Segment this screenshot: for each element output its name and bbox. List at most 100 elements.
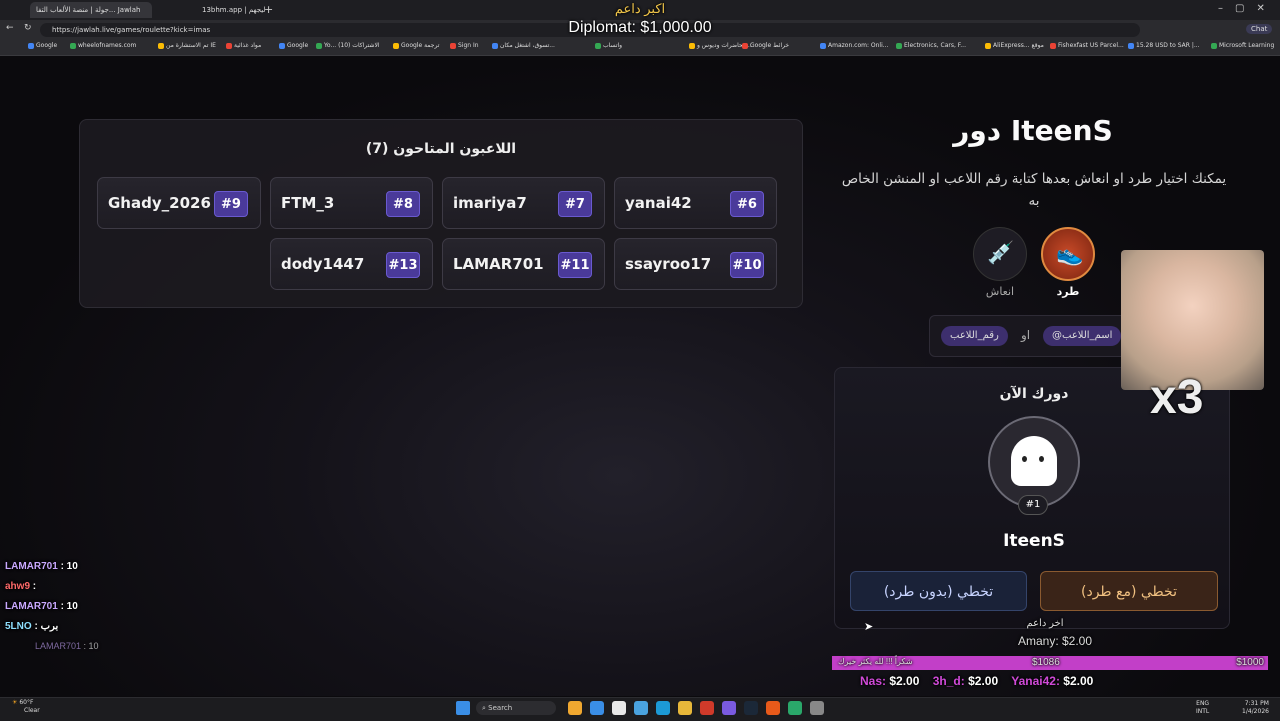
bookmark-label: Yo... الاشتراكات (10) <box>324 42 380 49</box>
donor-name: 3h_d: <box>932 674 965 688</box>
chat-user: LAMAR701 <box>5 601 58 612</box>
task-view-icon[interactable] <box>590 701 604 715</box>
bookmark-item[interactable]: 15.28 USD to SAR |... <box>1128 42 1200 49</box>
discord-icon[interactable] <box>722 701 736 715</box>
kick-label: طرد <box>1056 285 1080 298</box>
bookmark-item[interactable]: Sign In <box>450 42 479 49</box>
bookmark-item[interactable]: واتساب <box>595 42 622 49</box>
xbox-icon[interactable] <box>788 701 802 715</box>
windows-start-icon[interactable] <box>456 701 470 715</box>
player-card[interactable]: ssayroo17 #10 <box>614 238 777 290</box>
widgets-icon[interactable] <box>568 701 582 715</box>
bookmark-icon <box>492 42 498 49</box>
chat-user: 5LNO <box>5 621 32 632</box>
current-player-name: IteenS <box>1003 531 1065 551</box>
bookmark-item[interactable]: تم الاستشارة من IE <box>158 42 216 49</box>
new-tab-icon[interactable]: + <box>264 3 273 16</box>
bookmark-icon <box>28 42 34 49</box>
or-text: او <box>1021 328 1031 342</box>
player-name: yanai42 <box>625 194 692 212</box>
bookmark-icon <box>595 42 601 49</box>
skip-no-kick-button[interactable]: تخطي (بدون طرد) <box>850 571 1027 611</box>
chat-text: : <box>32 581 37 592</box>
lang-1: ENG <box>1196 700 1210 707</box>
bookmark-item[interactable]: wheelofnames.com <box>70 42 136 49</box>
bookmark-item[interactable]: Yo... الاشتراكات (10) <box>316 42 380 49</box>
window-controls-icon[interactable]: –▢✕ <box>1218 3 1277 14</box>
player-card[interactable]: Ghady_2026 #9 <box>97 177 261 229</box>
x3-sticker-text: x3 <box>1150 371 1204 424</box>
bookmark-icon <box>1211 42 1217 49</box>
bookmark-item[interactable]: Google <box>279 42 308 49</box>
chat-message: ahw9 : <box>5 581 36 592</box>
bookmark-icon <box>1128 42 1134 49</box>
skip-with-kick-button[interactable]: تخطي (مع طرد) <box>1040 571 1218 611</box>
player-card[interactable]: imariya7 #7 <box>442 177 605 229</box>
chat-user: ahw9 <box>5 581 31 592</box>
kick-action-button[interactable]: 👟 <box>1041 227 1095 281</box>
donor-amount: $2.00 <box>889 674 920 688</box>
player-card[interactable]: dody1447 #13 <box>270 238 433 290</box>
bookmark-icon <box>279 42 285 49</box>
bookmark-item[interactable]: Google خرائط <box>742 42 789 49</box>
last-supporter-value: Amany: $2.00 <box>1017 634 1093 648</box>
goal-bar: شكراً !!! لله يكثر خيرك $1086 $1000 <box>832 656 1268 670</box>
clock[interactable]: 7:31 PM 1/4/2026 <box>1242 700 1269 716</box>
mouse-cursor-icon: ➤ <box>864 620 874 633</box>
bookmark-item[interactable]: Google ترجمة <box>393 42 439 49</box>
sticker-image <box>1121 250 1264 390</box>
reload-icon[interactable]: ↻ <box>24 23 32 33</box>
player-number: #9 <box>214 191 248 217</box>
taskbar-search-label: Search <box>488 704 513 712</box>
edge-icon[interactable] <box>656 701 670 715</box>
back-icon[interactable]: ← <box>6 23 14 33</box>
weather-widget[interactable]: ☀ 60°F Clear <box>12 699 40 715</box>
chat-button[interactable]: Chat <box>1246 24 1273 34</box>
explorer-folder-icon[interactable] <box>678 701 692 715</box>
player-card[interactable]: LAMAR701 #11 <box>442 238 605 290</box>
player-number: #11 <box>558 252 592 278</box>
weather-icon: ☀ <box>12 699 18 706</box>
tab-jawlah[interactable]: جولة | منصة الألعاب التفا... Jawlah <box>30 2 152 18</box>
bookmark-item[interactable]: Amazon.com: Onli... <box>820 42 888 49</box>
settings-icon[interactable] <box>810 701 824 715</box>
player-number: #8 <box>386 191 420 217</box>
bookmark-item[interactable]: Microsoft Learning <box>1211 42 1274 49</box>
firefox-icon[interactable] <box>766 701 780 715</box>
player-number: #6 <box>730 191 764 217</box>
last-supporter-label: اخر داعم <box>1026 618 1064 629</box>
chat-message: 5LNO : برب <box>5 621 58 632</box>
brave-icon[interactable] <box>700 701 714 715</box>
bookmark-label: Sign In <box>458 42 479 49</box>
chat-message: LAMAR701 : 10 <box>5 561 78 572</box>
player-name: imariya7 <box>453 194 527 212</box>
bookmark-label: تسوق، اشتغل مكان... <box>500 42 555 49</box>
player-card[interactable]: FTM_3 #8 <box>270 177 433 229</box>
bookmark-item[interactable]: Electronics, Cars, F... <box>896 42 966 49</box>
bookmark-icon <box>742 42 748 49</box>
revive-action-button[interactable]: 💉 <box>973 227 1027 281</box>
bookmark-icon <box>70 42 76 49</box>
donor-name: Nas: <box>860 674 887 688</box>
steam-icon[interactable] <box>744 701 758 715</box>
bookmark-item[interactable]: AliExpress... موقع <box>985 42 1044 49</box>
bookmark-icon <box>820 42 826 49</box>
bookmark-item[interactable]: Fishexfast US Parcel... <box>1050 42 1124 49</box>
weather-desc: Clear <box>24 707 40 714</box>
chat-text: : 10 <box>83 641 99 651</box>
bookmark-item[interactable]: تسوق، اشتغل مكان... <box>492 42 555 49</box>
donor-name: Yanai42: <box>1011 674 1060 688</box>
file-explorer-icon[interactable] <box>612 701 626 715</box>
bookmark-item[interactable]: Google <box>28 42 57 49</box>
player-name: LAMAR701 <box>453 255 544 273</box>
taskbar-search[interactable]: ⌕ Search <box>476 701 556 715</box>
copilot-icon[interactable] <box>634 701 648 715</box>
chat-user: LAMAR701 <box>35 641 82 651</box>
language-indicator[interactable]: ENG INTL <box>1196 700 1209 716</box>
bookmark-icon <box>226 42 232 49</box>
bookmark-item[interactable]: مواد غذائية <box>226 42 261 49</box>
player-card[interactable]: yanai42 #6 <box>614 177 777 229</box>
tab-13bhm[interactable]: 13bhm.app | ليجهم <box>196 2 270 18</box>
bookmark-label: Google <box>287 42 309 49</box>
player-number: #10 <box>730 252 764 278</box>
